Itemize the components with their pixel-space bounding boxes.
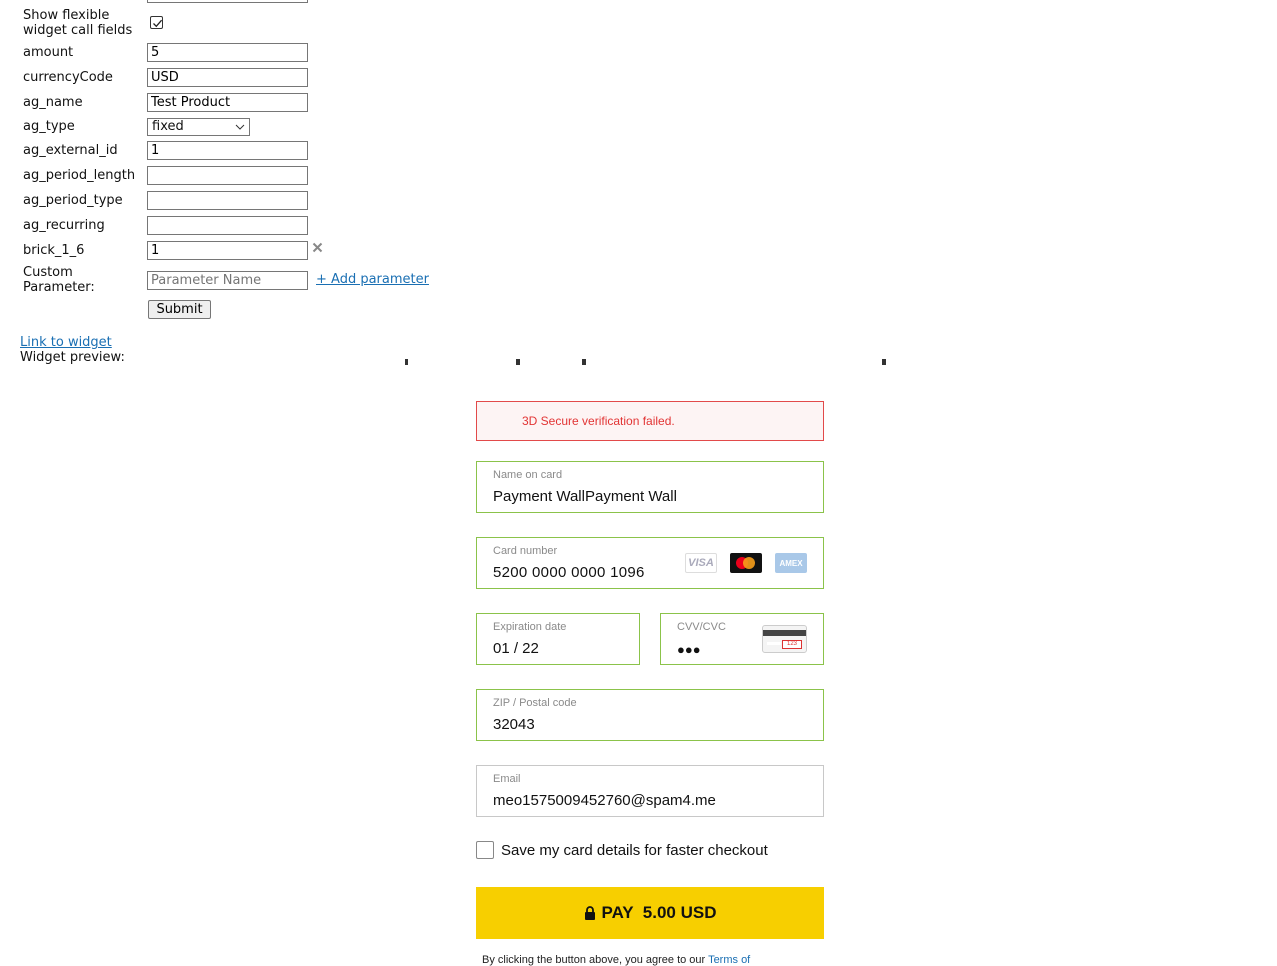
ag-name-input[interactable] <box>147 93 308 112</box>
card-number-value: 5200 0000 0000 1096 <box>493 564 645 581</box>
custom-parameter-label: Custom Parameter: <box>23 265 95 295</box>
add-parameter-link[interactable]: + Add parameter <box>316 272 429 287</box>
visa-icon: VISA <box>685 553 717 573</box>
name-on-card-value: Payment WallPayment Wall <box>493 488 677 505</box>
expiration-date-label: Expiration date <box>493 621 567 633</box>
currency-code-input[interactable] <box>147 68 308 87</box>
mastercard-icon <box>730 553 762 573</box>
amount-input[interactable] <box>147 43 308 62</box>
email-label: Email <box>493 773 521 785</box>
expiration-date-field[interactable]: Expiration date 01 / 22 <box>476 613 640 665</box>
zip-code-field[interactable]: ZIP / Postal code 32043 <box>476 689 824 741</box>
link-to-widget[interactable]: Link to widget <box>20 335 112 350</box>
ag-period-length-label: ag_period_length <box>23 168 136 183</box>
zip-code-value: 32043 <box>493 716 535 733</box>
ag-type-label: ag_type <box>23 119 75 134</box>
terms-link[interactable]: Terms of <box>708 954 750 966</box>
amex-icon: AMEX <box>775 553 807 573</box>
card-number-field[interactable]: Card number 5200 0000 0000 1096 VISA AME… <box>476 537 824 589</box>
error-message: 3D Secure verification failed. <box>522 414 675 428</box>
ag-name-label: ag_name <box>23 95 83 110</box>
cvv-card-icon: 123 <box>762 625 807 653</box>
show-flexible-checkbox[interactable] <box>150 16 163 29</box>
card-number-label: Card number <box>493 545 558 557</box>
show-flexible-label-line2: widget call fields <box>23 23 133 38</box>
ag-external-id-label: ag_external_id <box>23 143 118 158</box>
save-card-label: Save my card details for faster checkout <box>501 841 768 859</box>
pay-button[interactable]: PAY 5.00 USD <box>476 887 824 939</box>
email-value: meo1575009452760@spam4.me <box>493 792 716 809</box>
ag-type-selected-value: fixed <box>152 119 184 134</box>
email-field[interactable]: Email meo1575009452760@spam4.me <box>476 765 824 817</box>
ag-period-type-input[interactable] <box>147 191 308 210</box>
custom-parameter-name-input[interactable] <box>147 271 308 290</box>
pay-button-label: PAY 5.00 USD <box>601 903 717 922</box>
save-card-checkbox[interactable] <box>476 841 494 859</box>
custom-parameter-label-line1: Custom <box>23 265 73 280</box>
brick-label: brick_1_6 <box>23 243 85 258</box>
name-on-card-field[interactable]: Name on card Payment WallPayment Wall <box>476 461 824 513</box>
remove-parameter-icon[interactable] <box>312 242 323 256</box>
clipped-text-fragment <box>402 356 902 368</box>
zip-code-label: ZIP / Postal code <box>493 697 577 709</box>
cvv-label: CVV/CVC <box>677 621 726 633</box>
expiration-date-value: 01 / 22 <box>493 640 539 657</box>
ag-recurring-input[interactable] <box>147 216 308 235</box>
error-alert: 3D Secure verification failed. <box>476 401 824 441</box>
terms-prefix: By clicking the button above, you agree … <box>482 954 706 966</box>
ag-recurring-label: ag_recurring <box>23 218 105 233</box>
lock-icon <box>584 906 595 920</box>
cvv-field[interactable]: CVV/CVC ●●● 123 <box>660 613 824 665</box>
show-flexible-label-line1: Show flexible <box>23 8 110 23</box>
custom-parameter-label-line2: Parameter: <box>23 280 95 295</box>
ag-external-id-input[interactable] <box>147 141 308 160</box>
name-on-card-label: Name on card <box>493 469 563 481</box>
terms-text: By clicking the button above, you agree … <box>482 954 750 966</box>
checkmark-icon <box>153 19 163 28</box>
show-flexible-label: Show flexible widget call fields <box>23 8 132 38</box>
widget-preview-label: Widget preview: <box>20 350 125 365</box>
ag-period-length-input[interactable] <box>147 166 308 185</box>
brick-input[interactable] <box>147 241 308 260</box>
amount-label: amount <box>23 45 74 60</box>
cvv-value: ●●● <box>677 642 701 657</box>
ag-type-select[interactable]: fixed <box>147 118 250 136</box>
save-card-option[interactable]: Save my card details for faster checkout <box>476 841 768 859</box>
chevron-down-icon <box>235 120 245 139</box>
submit-button[interactable]: Submit <box>148 300 211 319</box>
partial-input-top[interactable] <box>147 0 308 3</box>
currency-code-label: currencyCode <box>23 70 113 85</box>
ag-period-type-label: ag_period_type <box>23 193 123 208</box>
